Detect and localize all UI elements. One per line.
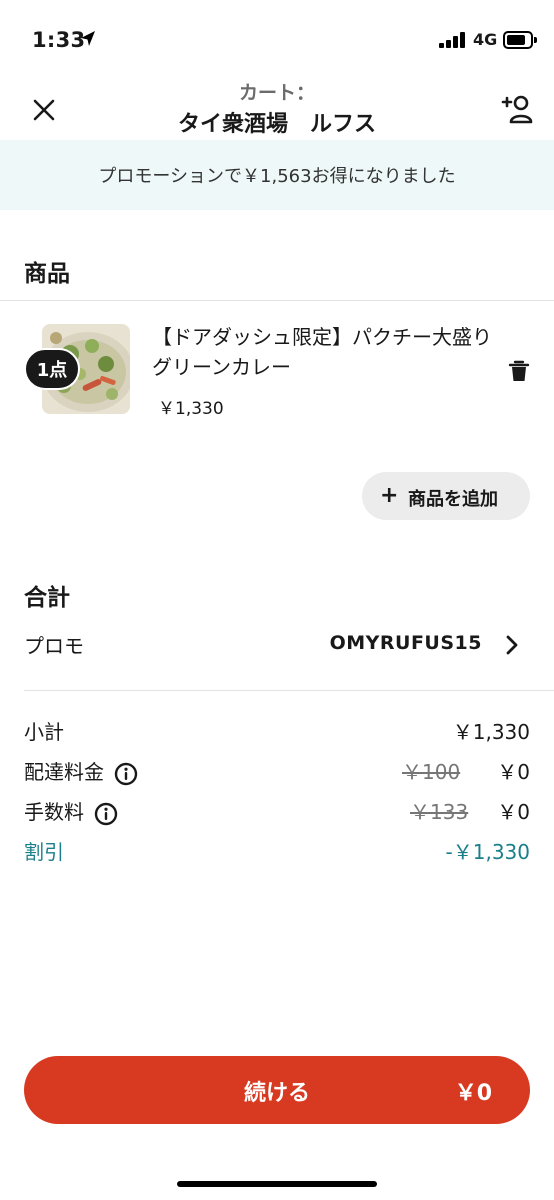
continue-button[interactable]: 続ける ￥0 — [24, 1056, 530, 1124]
status-bar: 1:33 4G — [0, 0, 554, 80]
header-subtitle: カート： — [238, 82, 315, 104]
location-arrow-icon — [81, 31, 95, 46]
add-item-button[interactable]: + 商品を追加 — [362, 472, 530, 520]
delivery-fee-label: 配達料金 — [24, 760, 104, 784]
close-icon[interactable] — [22, 88, 66, 132]
store-name: タイ衆酒場 ルフス — [177, 112, 376, 137]
promo-code[interactable]: OMYRUFUS15 — [330, 632, 482, 654]
item-quantity-badge[interactable]: 1点 — [24, 348, 80, 390]
continue-total: ￥0 — [454, 1081, 492, 1106]
discount-label: 割引 — [24, 840, 64, 864]
chevron-right-icon[interactable] — [500, 632, 524, 658]
add-group-member-icon[interactable] — [500, 90, 540, 130]
trash-icon[interactable] — [506, 358, 532, 384]
item-name[interactable]: 【ドアダッシュ限定】パクチー大盛りグリーンカレー — [152, 322, 492, 382]
delivery-fee-value: ￥0 — [497, 760, 530, 784]
service-fee-value: ￥0 — [497, 800, 530, 824]
discount-value: -￥1,330 — [445, 840, 530, 864]
subtotal-label: 小計 — [24, 720, 64, 744]
signal-icon — [439, 32, 467, 48]
service-fee-label: 手数料 — [24, 800, 84, 824]
cart-header: カート： タイ衆酒場 ルフス — [0, 74, 554, 140]
service-fee-row: 手数料 — [24, 796, 118, 826]
status-time: 1:33 — [32, 28, 86, 52]
item-price: ￥1,330 — [158, 399, 224, 419]
items-divider — [0, 300, 554, 301]
promo-savings-text: プロモーションで￥1,563お得になりました — [98, 166, 456, 187]
network-type: 4G — [473, 30, 498, 49]
service-fee-original: ￥133 — [410, 800, 469, 824]
home-indicator — [177, 1181, 377, 1187]
promo-label[interactable]: プロモ — [24, 630, 84, 659]
totals-divider — [24, 690, 554, 691]
plus-icon: + — [380, 483, 399, 508]
delivery-fee-original: ￥100 — [402, 760, 461, 784]
battery-icon — [503, 31, 537, 49]
items-section-title: 商品 — [24, 261, 70, 287]
delivery-fee-row: 配達料金 — [24, 756, 138, 786]
promo-savings-banner: プロモーションで￥1,563お得になりました — [0, 140, 554, 210]
info-icon[interactable] — [94, 802, 118, 826]
add-item-label: 商品を追加 — [408, 489, 498, 510]
total-section-title: 合計 — [24, 585, 70, 611]
info-icon[interactable] — [114, 762, 138, 786]
subtotal-value: ￥1,330 — [452, 720, 530, 744]
